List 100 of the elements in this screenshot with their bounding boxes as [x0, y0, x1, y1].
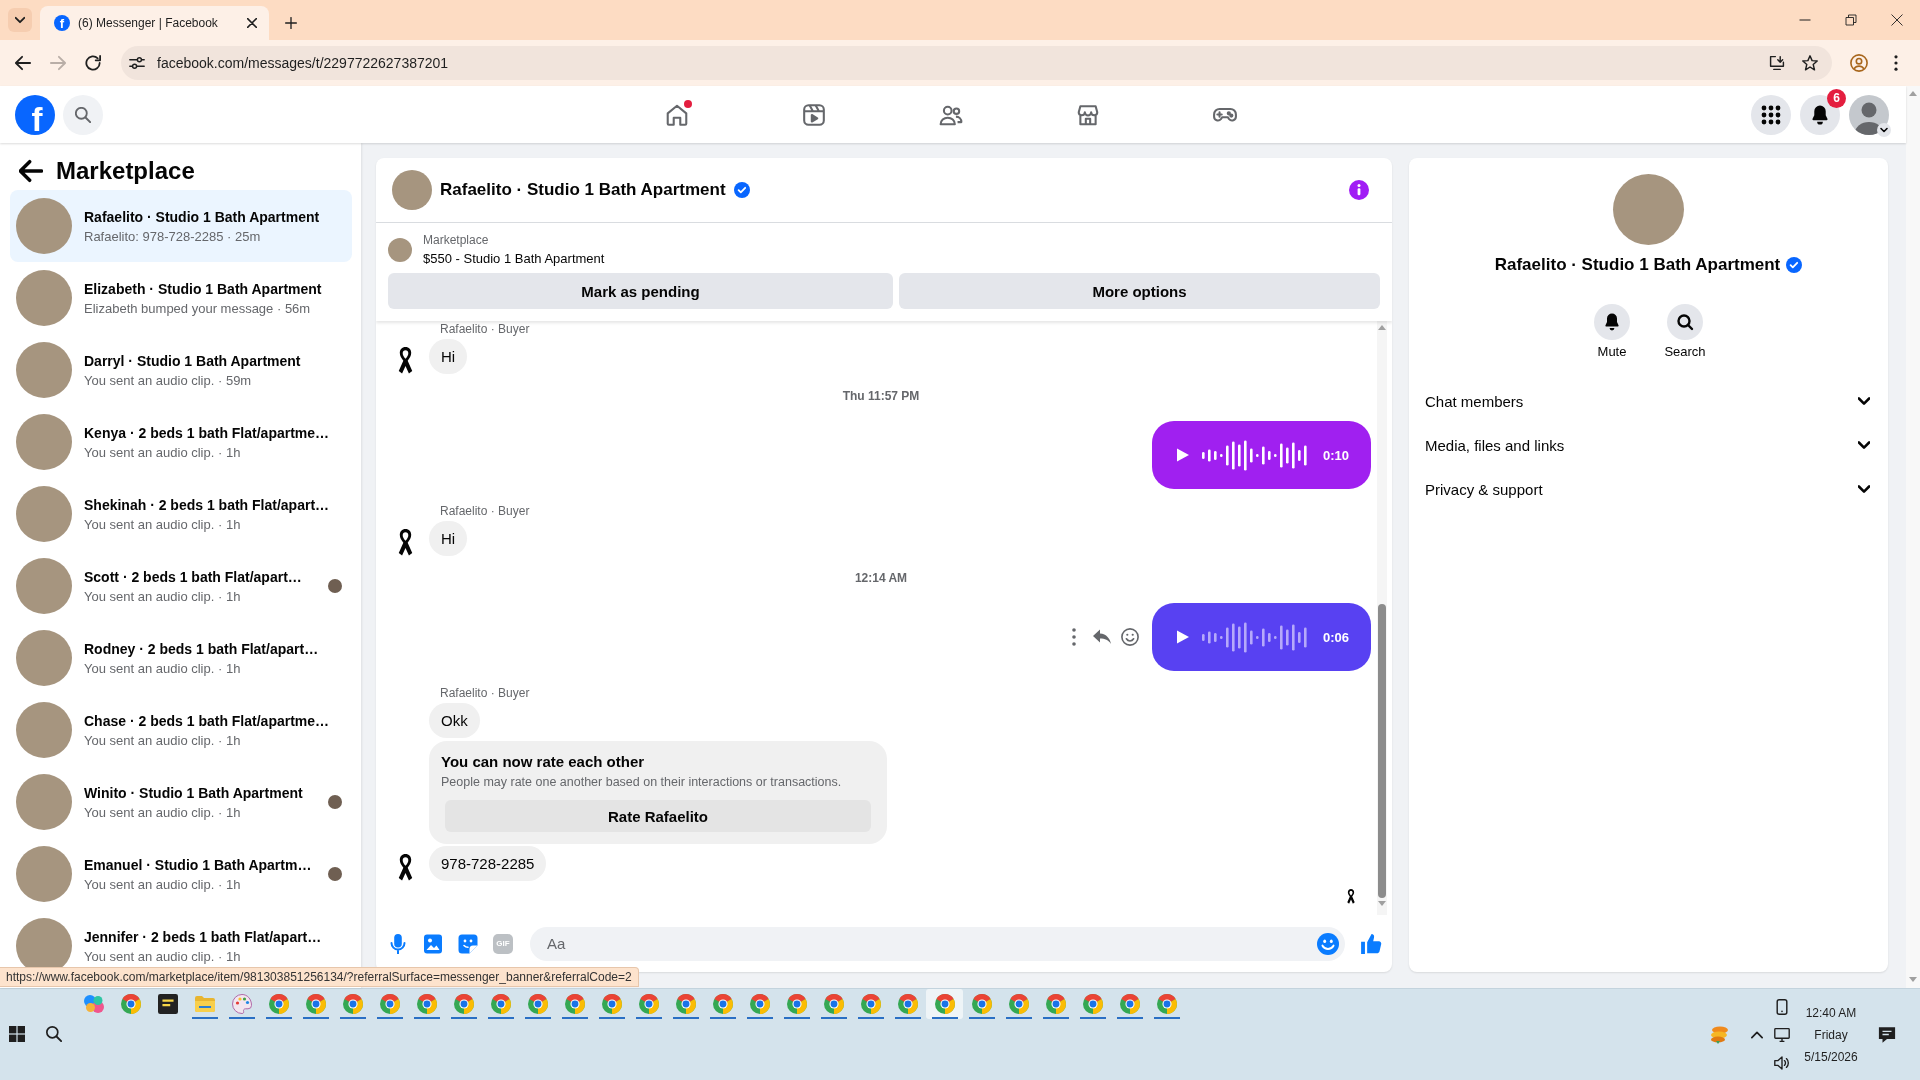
install-app-icon[interactable] [1769, 55, 1785, 71]
chrome-icon [1045, 994, 1066, 1014]
search-icon [75, 106, 91, 123]
tab-search-button[interactable] [8, 8, 32, 32]
collapsible-section[interactable]: Chat members [1417, 379, 1880, 423]
chrome-icon [860, 994, 881, 1014]
sticker-icon[interactable] [458, 933, 478, 954]
mute-button[interactable]: Mute [1582, 304, 1642, 360]
facebook-logo[interactable]: f [15, 94, 55, 135]
scroll-down-arrow-icon[interactable] [1378, 901, 1386, 906]
ribbon-avatar-icon[interactable] [397, 529, 413, 556]
info-icon[interactable] [1349, 180, 1369, 200]
conversation-item[interactable]: Elizabeth · Studio 1 Bath Apartment Elizabeth bumped your message · 56m [10, 262, 352, 334]
collapsible-section[interactable]: Media, files and links [1417, 423, 1880, 467]
search-button[interactable] [63, 94, 103, 135]
notification-center-icon[interactable] [1878, 1025, 1896, 1044]
profile-icon[interactable] [1850, 54, 1868, 72]
conversation-item[interactable]: Scott · 2 beds 1 bath Flat/apart… You sent an audio clip. · 1h [10, 550, 352, 622]
message-input[interactable]: Aa [530, 926, 1345, 961]
grid-icon [1761, 104, 1781, 125]
conversation-item[interactable]: Winito · Studio 1 Bath Apartment You sent an audio clip. · 1h [10, 766, 352, 838]
chrome-icon [749, 994, 770, 1014]
video-icon[interactable] [801, 102, 826, 127]
rating-title: You can now rate each other [441, 752, 646, 771]
chevron-down-icon[interactable] [1877, 122, 1891, 137]
ribbon-avatar-icon[interactable] [397, 854, 413, 881]
site-settings-icon[interactable] [129, 55, 145, 71]
stacked-coins-icon[interactable] [1709, 1024, 1729, 1045]
listing-photo [16, 342, 72, 398]
bookmark-star-icon[interactable] [1802, 55, 1818, 71]
conversation-item[interactable]: Rafaelito · Studio 1 Bath Apartment Rafaelito: 978-728-2285 · 25m [10, 190, 352, 262]
palette-icon [231, 994, 252, 1014]
thumbs-up-icon[interactable] [1360, 932, 1382, 955]
scroll-up-arrow-icon[interactable] [1378, 325, 1386, 330]
collapsible-section[interactable]: Privacy & support [1417, 467, 1880, 511]
emoji-reaction-icon[interactable] [1121, 628, 1139, 646]
microphone-icon[interactable] [388, 933, 408, 954]
conversation-item[interactable]: Shekinah · 2 beds 1 bath Flat/apart… You sent an audio clip. · 1h [10, 478, 352, 550]
listing-photo [16, 702, 72, 758]
menu-button[interactable] [1751, 94, 1791, 135]
back-arrow-icon[interactable] [19, 159, 43, 183]
scroll-down-arrow-icon[interactable] [1909, 977, 1917, 982]
banner-button[interactable]: More options [899, 273, 1380, 309]
chrome-icon [379, 994, 400, 1014]
new-tab-icon[interactable] [285, 17, 297, 29]
network-icon[interactable] [1774, 1026, 1790, 1043]
scrollbar-thumb[interactable] [1378, 604, 1386, 898]
chrome-icon [786, 994, 807, 1014]
chrome-icon [823, 994, 844, 1014]
timestamp: Thu 11:57 PM [842, 388, 920, 404]
chrome-icon [1082, 994, 1103, 1014]
rate-button[interactable]: Rate Rafaelito [445, 800, 871, 832]
banner-button[interactable]: Mark as pending [388, 273, 893, 309]
close-window-icon[interactable] [1891, 14, 1903, 26]
listing-photo [16, 846, 72, 902]
chrome-icon [305, 994, 326, 1014]
listing-photo [16, 414, 72, 470]
emoji-icon[interactable] [1317, 932, 1339, 955]
scroll-up-arrow-icon[interactable] [1909, 91, 1917, 96]
notification-count-badge: 6 [1827, 88, 1846, 108]
image-icon[interactable] [423, 933, 443, 954]
sticky-note-icon [157, 994, 178, 1014]
chrome-icon [342, 994, 363, 1014]
restore-icon[interactable] [1845, 14, 1857, 26]
ribbon-avatar-icon[interactable] [397, 347, 413, 374]
audio-duration: 0:06 [1322, 629, 1349, 645]
phone-icon[interactable] [1774, 998, 1790, 1015]
conversation-item[interactable]: Emanuel · Studio 1 Bath Apartm… You sent an audio clip. · 1h [10, 838, 352, 910]
reload-icon[interactable] [85, 55, 101, 71]
house-icon[interactable] [664, 102, 689, 127]
chrome-icon [971, 994, 992, 1014]
conversation-item[interactable]: Rodney · 2 beds 1 bath Flat/apart… You sent an audio clip. · 1h [10, 622, 352, 694]
windows-start-icon[interactable] [9, 1026, 25, 1042]
chrome-icon [897, 994, 918, 1014]
profile-avatar-icon[interactable] [1849, 94, 1889, 135]
back-arrow-icon[interactable] [15, 55, 31, 71]
listing-title[interactable]: $550 - Studio 1 Bath Apartment [423, 250, 605, 267]
close-tab-icon[interactable] [247, 18, 257, 28]
storefront-icon[interactable] [1075, 102, 1100, 127]
listing-photo [16, 774, 72, 830]
play-icon[interactable] [1176, 448, 1190, 462]
search-button[interactable]: Search [1655, 304, 1715, 360]
message-bubble: Hi [429, 339, 468, 374]
chrome-icon [1156, 994, 1177, 1014]
chrome-icon [527, 994, 548, 1014]
notifications-button[interactable] [1800, 94, 1840, 135]
chrome-icon [268, 994, 289, 1014]
listing-photo [16, 486, 72, 542]
chrome-icon [1008, 994, 1029, 1014]
reply-icon[interactable] [1093, 628, 1111, 646]
conversation-item[interactable]: Chase · 2 beds 1 bath Flat/apartme… You sent an audio clip. · 1h [10, 694, 352, 766]
play-icon[interactable] [1176, 630, 1190, 644]
browser-tab[interactable]: f (6) Messenger | Facebook [40, 6, 269, 40]
conversation-item[interactable]: Kenya · 2 beds 1 bath Flat/apartme… You sent an audio clip. · 1h [10, 406, 352, 478]
status-url-tooltip: https://www.facebook.com/marketplace/item/981303851256134/?referralSurface=messenger_banner&referralCode=2 [0, 967, 639, 987]
address-bar[interactable]: facebook.com/messages/t/2297722627387201 [121, 46, 1832, 80]
search-icon[interactable] [46, 1026, 62, 1042]
clock-button[interactable]: 12:40 AM Friday 5/15/2026 [1799, 1001, 1863, 1068]
conversation-item[interactable]: Darryl · Studio 1 Bath Apartment You sent an audio clip. · 59m [10, 334, 352, 406]
speaker-icon[interactable] [1774, 1054, 1790, 1071]
